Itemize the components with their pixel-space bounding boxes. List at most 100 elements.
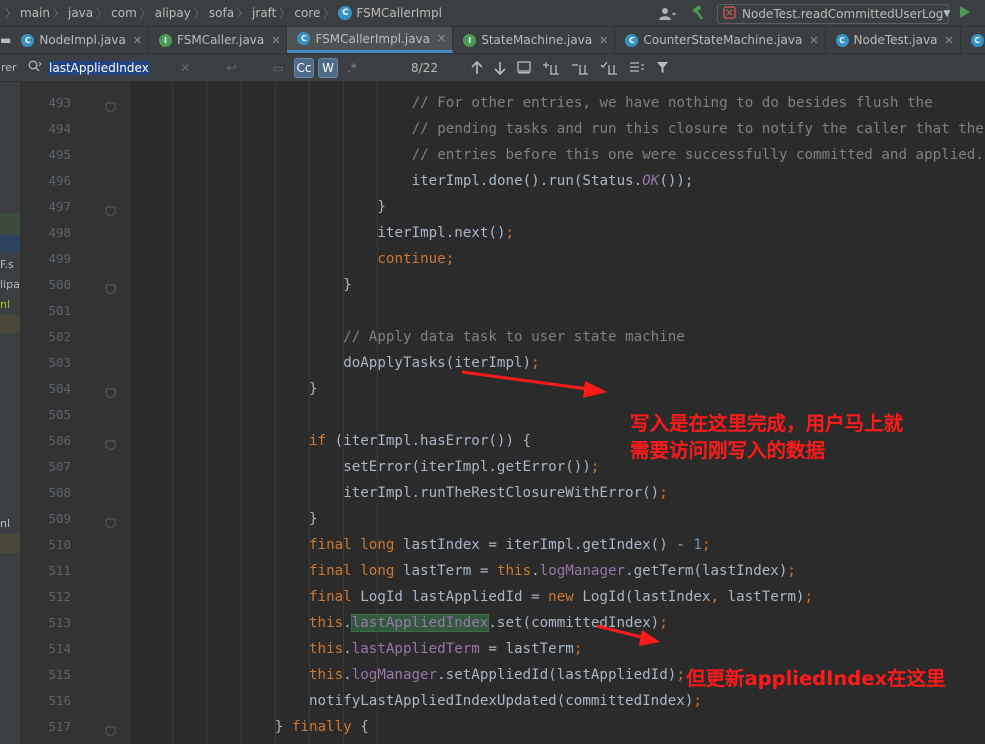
fold-marker-icon[interactable] (105, 280, 116, 295)
history-icon[interactable]: ▭ (273, 61, 284, 75)
code-line: if (iterImpl.hasError()) { (309, 428, 531, 454)
regex-toggle[interactable]: .* (342, 58, 362, 78)
chevron-right-icon: 〉 (193, 7, 205, 20)
code-token: doApplyTasks(iterImpl) (343, 355, 532, 371)
breadcrumb-item[interactable]: sofa 〉 (209, 5, 252, 21)
code-keyword: ; (659, 485, 668, 501)
editor-tab[interactable]: CExpectClosure (961, 27, 985, 53)
filter-options-icon[interactable] (629, 61, 645, 74)
code-line: iterImpl.done().run(Status.OK()); (412, 168, 694, 194)
line-number: 506 (48, 433, 71, 448)
breadcrumb-item[interactable]: java 〉 (68, 5, 111, 21)
navigation-bar: 〉 main 〉 java 〉 com 〉 alipay 〉 sofa 〉 jraft 〉 core 〉 C F… (0, 0, 985, 27)
close-tab-icon[interactable]: ✕ (599, 34, 608, 47)
fold-marker-icon[interactable] (105, 384, 116, 399)
user-icon[interactable] (659, 7, 677, 21)
editor-tab[interactable]: C CounterStateMachine.java ✕ (615, 27, 826, 53)
build-hammer-icon[interactable] (691, 4, 707, 24)
code-keyword: ; (590, 459, 600, 475)
next-occurrence-icon[interactable] (494, 61, 506, 75)
collapsed-panel-icon[interactable]: ▬ (0, 27, 11, 53)
add-occurrence-icon[interactable] (542, 61, 560, 75)
code-token: (iterImpl.hasError()) { (334, 433, 532, 449)
run-play-icon[interactable] (959, 5, 971, 23)
line-number: 514 (48, 641, 71, 656)
close-tab-icon[interactable]: ✕ (133, 34, 142, 47)
select-all-occurrences-icon[interactable] (600, 61, 618, 75)
code-keyword: ; (531, 355, 540, 371)
close-tab-icon[interactable]: ✕ (944, 34, 953, 47)
code-line: final LogId lastAppliedId = new LogId(la… (309, 584, 813, 610)
code-line: this.lastAppliedIndex.set(committedIndex… (309, 610, 668, 636)
chevron-right-icon: 〉 (237, 7, 249, 20)
code-line: // pending tasks and run this closure to… (412, 116, 984, 142)
code-keyword: ; (804, 589, 813, 605)
line-number: 512 (48, 589, 71, 604)
breadcrumb-file[interactable]: C FSMCallerImpl (338, 6, 442, 20)
java-interface-icon: I (159, 33, 173, 47)
panel-row-label: nl (0, 298, 11, 311)
editor-tab[interactable]: I StateMachine.java ✕ (453, 27, 616, 53)
code-token: LogId lastAppliedId = (360, 589, 549, 605)
run-configuration-select[interactable]: NodeTest.readCommittedUserLog ▼ (717, 3, 950, 24)
fold-marker-icon[interactable] (105, 436, 116, 451)
editor-tab[interactable]: C NodeTest.java ✕ (826, 27, 961, 53)
code-token: notifyLastAppliedIndexUpdated(committedI… (309, 693, 694, 709)
code-keyword: ; (676, 667, 685, 683)
previous-occurrence-icon[interactable] (471, 60, 483, 75)
close-tab-icon[interactable]: ✕ (809, 34, 818, 47)
whole-words-toggle[interactable]: W (318, 57, 338, 78)
close-tab-icon[interactable]: ✕ (271, 34, 280, 47)
filter-icon[interactable] (656, 61, 669, 74)
fold-marker-icon[interactable] (105, 202, 116, 217)
find-bar: rer lastAppliedIndex ✕ ↩ ▭ Cc W .* 8/22 (0, 54, 985, 82)
editor-tab-label: NodeImpl.java (39, 33, 126, 47)
code-line: this.logManager.setAppliedId(lastApplied… (309, 662, 685, 688)
test-config-icon (723, 5, 736, 22)
fold-marker-icon[interactable] (105, 722, 116, 737)
code-line: final long lastTerm = this.logManager.ge… (309, 558, 796, 584)
open-in-find-window-icon[interactable] (517, 61, 531, 74)
panel-row-highlight (0, 534, 20, 553)
editor-tab[interactable]: C FSMCallerImpl.java ✕ (287, 27, 454, 53)
clear-search-icon[interactable]: ✕ (180, 61, 190, 75)
breadcrumb-item[interactable]: com 〉 (111, 5, 155, 21)
code-token: lastIndex = iterImpl.getIndex() - (402, 537, 694, 553)
line-number: 513 (48, 615, 71, 630)
breadcrumb-item[interactable]: 〉 main 〉 (2, 5, 68, 21)
code-token: .getTerm(lastIndex) (625, 563, 788, 579)
code-token: . (343, 615, 352, 631)
breadcrumb-item[interactable]: core 〉 (294, 5, 338, 21)
editor-tab[interactable]: C NodeImpl.java ✕ (11, 27, 150, 53)
new-line-icon[interactable]: ↩ (226, 61, 236, 75)
code-comment: // For other entries, we have nothing to… (411, 95, 933, 111)
indent-guide (240, 82, 242, 744)
breadcrumb-item-label: java (67, 6, 94, 20)
remove-occurrence-icon[interactable] (571, 61, 589, 75)
code-comment: // pending tasks and run this closure to… (411, 121, 984, 137)
close-tab-icon[interactable]: ✕ (437, 32, 446, 45)
breadcrumb-item[interactable]: alipay 〉 (155, 5, 209, 21)
chevron-right-icon: 〉 (323, 7, 335, 20)
java-class-icon: C (625, 33, 639, 47)
breadcrumb-item[interactable]: jraft 〉 (252, 5, 294, 21)
line-number: 495 (48, 147, 71, 162)
line-number: 511 (48, 563, 71, 578)
fold-marker-icon[interactable] (105, 514, 116, 529)
code-line: } (377, 194, 386, 220)
breadcrumb-item-label: core (294, 6, 321, 20)
search-field[interactable]: lastAppliedIndex ✕ ↩ ▭ (22, 57, 294, 79)
editor-tab[interactable]: I FSMCaller.java ✕ (149, 27, 288, 53)
line-number: 509 (48, 511, 71, 526)
code-keyword: final long (309, 537, 403, 553)
match-case-toggle[interactable]: Cc (294, 57, 314, 78)
code-token: lastTerm) (727, 589, 805, 605)
search-input[interactable]: lastAppliedIndex (48, 60, 150, 75)
code-keyword: if (309, 433, 335, 449)
panel-row-selected (0, 235, 20, 252)
fold-marker-icon[interactable] (105, 98, 116, 113)
code-line: final long lastIndex = iterImpl.getIndex… (309, 532, 710, 558)
code-keyword: ; (505, 225, 515, 241)
code-token: 1 (693, 537, 702, 553)
editor-tab-bar: ▬ C NodeImpl.java ✕ I FSMCaller.java ✕ C FSMCal… (0, 27, 985, 54)
